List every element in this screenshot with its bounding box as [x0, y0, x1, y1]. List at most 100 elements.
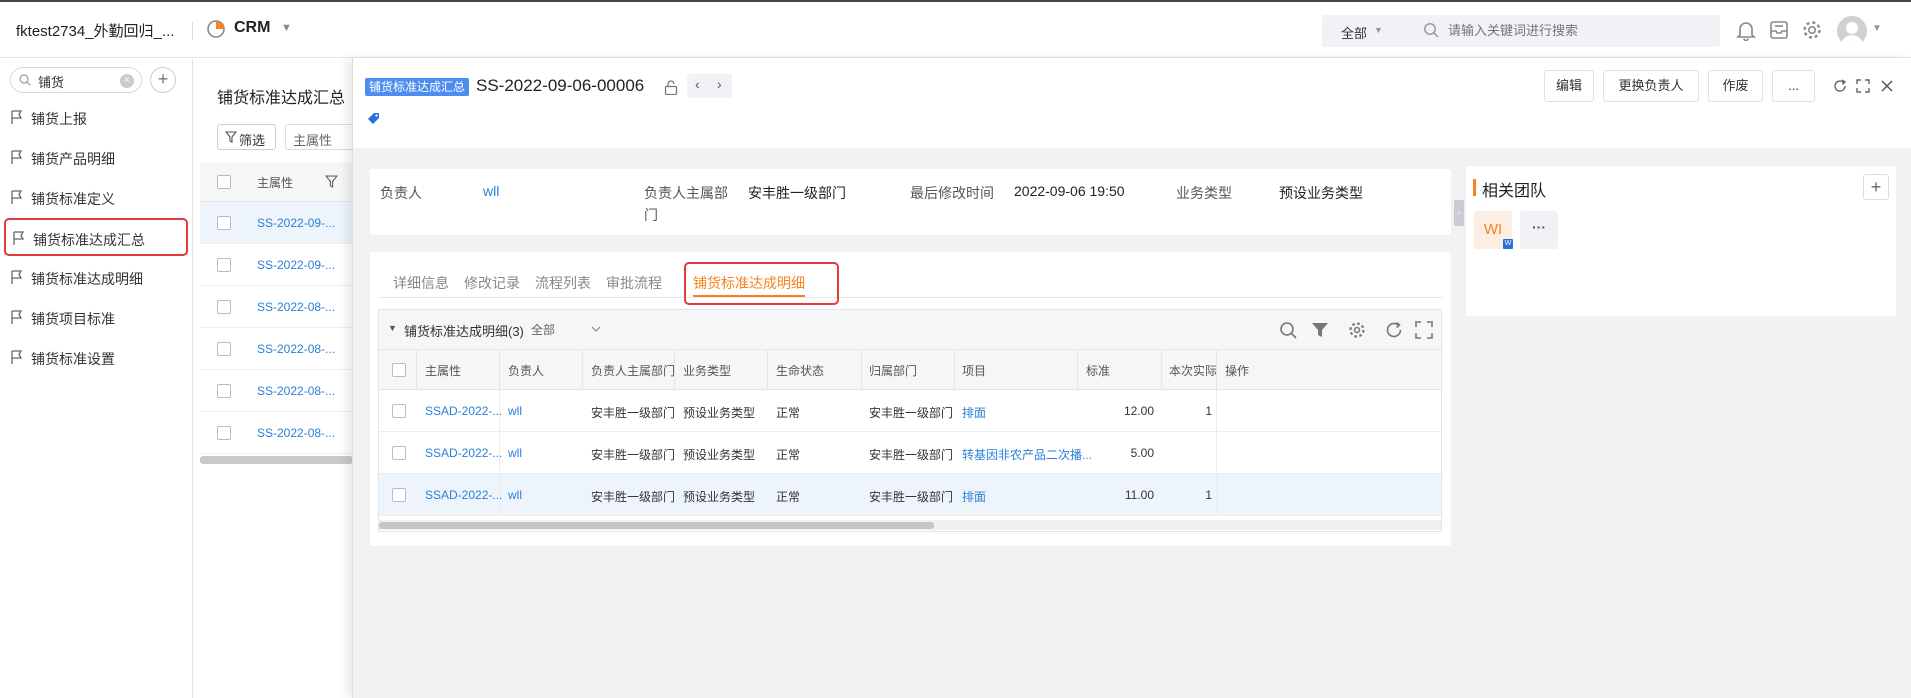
row-checkbox[interactable] [217, 384, 231, 398]
cell-attr[interactable]: SSAD-2022-... [425, 488, 502, 502]
horizontal-scrollbar[interactable] [379, 520, 1441, 530]
table-row[interactable]: SSAD-2022-... wll 安丰胜一级部门 预设业务类型 正常 安丰胜一… [379, 432, 1441, 474]
cell-owner[interactable]: wll [508, 446, 522, 460]
chevron-right-icon[interactable]: › [717, 76, 722, 92]
app-name[interactable]: CRM [234, 19, 270, 37]
table-row[interactable]: SSAD-2022-... wll 安丰胜一级部门 预设业务类型 正常 安丰胜一… [379, 474, 1441, 516]
column-header[interactable]: 生命状态 [776, 362, 824, 379]
select-all-checkbox[interactable] [217, 175, 231, 189]
more-button[interactable]: ... [1772, 70, 1815, 102]
table-row[interactable]: SSAD-2022-... wll 安丰胜一级部门 预设业务类型 正常 安丰胜一… [379, 390, 1441, 432]
collapse-caret-icon[interactable]: ▼ [388, 323, 397, 333]
select-all-checkbox[interactable] [392, 363, 406, 377]
cell-project[interactable]: 排面 [962, 404, 986, 421]
sidebar-item-project-standard[interactable]: 铺货项目标准 [4, 299, 188, 337]
clear-icon[interactable]: × [120, 74, 134, 88]
row-checkbox[interactable] [217, 258, 231, 272]
expand-icon[interactable] [1856, 79, 1870, 93]
sidebar-item-achievement-summary[interactable]: 铺货标准达成汇总 [4, 218, 188, 256]
add-member-button[interactable]: + [1863, 174, 1889, 200]
chevron-left-icon[interactable]: ‹ [695, 76, 700, 92]
row-checkbox[interactable] [217, 216, 231, 230]
sidebar-item-standard-settings[interactable]: 铺货标准设置 [4, 339, 188, 377]
column-header[interactable]: 主属性 [425, 362, 461, 379]
chevron-down-icon[interactable] [591, 325, 601, 333]
row-checkbox[interactable] [217, 426, 231, 440]
cell-owner[interactable]: wll [508, 404, 522, 418]
table-row[interactable]: SS-2022-08-... [200, 286, 353, 328]
sidebar-item-achievement-detail[interactable]: 铺货标准达成明细 [4, 259, 188, 297]
column-header[interactable]: 业务类型 [683, 362, 731, 379]
cell-project[interactable]: 排面 [962, 488, 986, 505]
refresh-icon[interactable] [1385, 321, 1403, 339]
horizontal-scrollbar[interactable] [200, 456, 353, 464]
table-row[interactable]: SS-2022-08-... [200, 412, 353, 454]
record-link[interactable]: SS-2022-09-... [257, 258, 335, 272]
row-checkbox[interactable] [392, 488, 406, 502]
add-button[interactable]: + [150, 67, 176, 93]
row-checkbox[interactable] [217, 300, 231, 314]
chevron-down-icon[interactable]: ▼ [1872, 23, 1882, 34]
column-header[interactable]: 本次实际 [1169, 362, 1217, 379]
table-row[interactable]: SS-2022-09-... [200, 202, 353, 244]
chevron-down-icon[interactable]: ▼ [1374, 25, 1383, 35]
table-row[interactable]: SS-2022-08-... [200, 370, 353, 412]
void-button[interactable]: 作废 [1708, 70, 1763, 102]
nav-search-input[interactable]: 铺货 × [10, 67, 142, 93]
sidebar-item-standard-def[interactable]: 铺货标准定义 [4, 179, 188, 217]
avatar[interactable] [1837, 16, 1867, 46]
row-checkbox[interactable] [392, 446, 406, 460]
cell-project[interactable]: 转基因非农产品二次播... [962, 446, 1092, 463]
tag-icon[interactable] [366, 111, 381, 126]
cell-attr[interactable]: SSAD-2022-... [425, 446, 502, 460]
row-checkbox[interactable] [217, 342, 231, 356]
record-link[interactable]: SS-2022-08-... [257, 384, 335, 398]
more-members-button[interactable]: ··· [1520, 211, 1558, 249]
gear-icon[interactable] [1801, 19, 1823, 41]
cell-owner[interactable]: wll [508, 488, 522, 502]
scrollbar-thumb[interactable] [379, 522, 934, 529]
edit-button[interactable]: 编辑 [1544, 70, 1594, 102]
change-owner-button[interactable]: 更换负责人 [1603, 70, 1699, 102]
sidebar-item-report[interactable]: 铺货上报 [4, 99, 188, 137]
sidebar-item-product-detail[interactable]: 铺货产品明细 [4, 139, 188, 177]
refresh-icon[interactable] [1833, 79, 1847, 93]
record-link[interactable]: SS-2022-08-... [257, 300, 335, 314]
inbox-icon[interactable] [1768, 19, 1790, 41]
tab-change-log[interactable]: 修改记录 [464, 273, 520, 293]
column-header[interactable]: 主属性 [257, 174, 293, 191]
column-header[interactable]: 负责人主属部门 [591, 362, 675, 379]
record-link[interactable]: SS-2022-08-... [257, 342, 335, 356]
tab-details[interactable]: 详细信息 [393, 273, 449, 293]
tab-approval[interactable]: 审批流程 [606, 273, 662, 293]
search-input[interactable] [1448, 23, 1708, 38]
tenant-name[interactable]: fktest2734_外勤回归_... [16, 20, 174, 41]
filter-icon[interactable] [1311, 321, 1329, 339]
column-header[interactable]: 项目 [962, 362, 986, 379]
filter-button[interactable]: 筛选 [217, 124, 276, 150]
column-header[interactable]: 标准 [1086, 362, 1110, 379]
owner-value[interactable]: wll [483, 183, 499, 199]
fullscreen-icon[interactable] [1415, 321, 1433, 339]
search-icon[interactable] [1279, 321, 1297, 339]
bell-icon[interactable] [1735, 19, 1757, 41]
scope-select[interactable]: 全部 [531, 321, 555, 338]
cell-attr[interactable]: SSAD-2022-... [425, 404, 502, 418]
collapse-handle[interactable]: › [1454, 200, 1464, 226]
table-row[interactable]: SS-2022-09-... [200, 244, 353, 286]
column-header[interactable]: 负责人 [508, 362, 544, 379]
tab-process-list[interactable]: 流程列表 [535, 273, 591, 293]
chevron-down-icon[interactable]: ▼ [281, 22, 292, 34]
row-checkbox[interactable] [392, 404, 406, 418]
lock-icon[interactable] [664, 80, 678, 95]
gear-icon[interactable] [1348, 321, 1366, 339]
search-scope-select[interactable]: 全部 [1341, 23, 1367, 42]
column-header[interactable]: 操作 [1225, 362, 1249, 379]
nav-search-value[interactable]: 铺货 [38, 72, 64, 91]
table-row[interactable]: SS-2022-08-... [200, 328, 353, 370]
record-link[interactable]: SS-2022-08-... [257, 426, 335, 440]
close-icon[interactable] [1880, 79, 1894, 93]
record-link[interactable]: SS-2022-09-... [257, 216, 335, 230]
attr-search-input[interactable]: 主属性 [285, 124, 353, 150]
column-header[interactable]: 归属部门 [869, 362, 917, 379]
